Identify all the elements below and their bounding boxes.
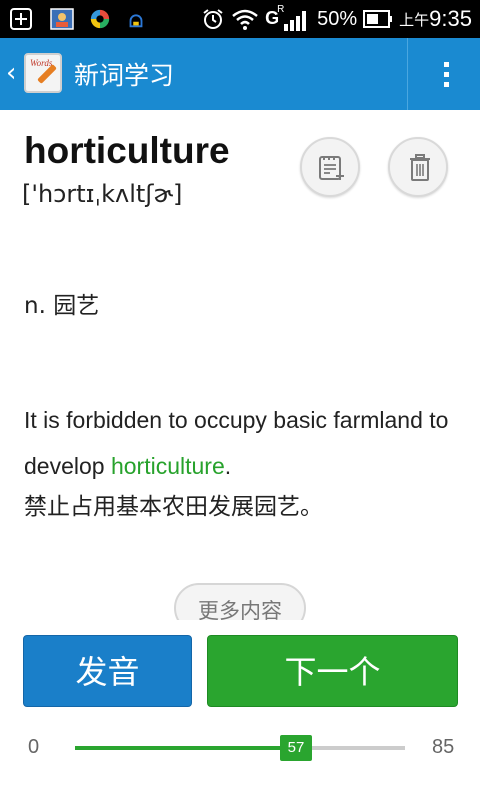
word-definition: n. 园艺 <box>24 293 100 319</box>
progress-fill <box>75 746 296 750</box>
progress-max-label: 85 <box>432 736 455 758</box>
status-bar: G R 50% 上午 9:35 <box>0 0 480 38</box>
app-logo-icon: Words <box>24 53 62 93</box>
alarm-icon <box>203 9 223 29</box>
progress-track <box>75 746 405 750</box>
sync-app-icon <box>90 9 110 29</box>
progress-thumb[interactable]: 57 <box>280 735 312 761</box>
network-indicator: G R <box>265 4 311 34</box>
up-navigation[interactable]: ‹ Words 新词学习 <box>0 38 180 110</box>
overflow-menu-icon[interactable] <box>426 38 466 110</box>
example-translation: 禁止占用基本农田发展园艺。 <box>24 494 323 520</box>
headword: horticulture <box>24 130 230 171</box>
add-note-icon <box>319 156 344 180</box>
phonetic-transcription: ['hɔrtɪˌkʌltʃɚ] <box>22 180 183 208</box>
clock: 9:35 <box>429 6 472 31</box>
status-bar-right: G R 50% 上午 9:35 <box>201 0 472 38</box>
example-sentence: It is forbidden to occupy basic farmland… <box>24 397 464 489</box>
progress-min-label: 0 <box>28 736 40 758</box>
action-bar: ‹ Words 新词学习 <box>0 38 480 110</box>
android-lock-icon <box>129 14 143 28</box>
next-button[interactable]: 下一个 <box>207 635 458 707</box>
battery-percent: 50% <box>317 7 358 30</box>
time-prefix: 上午 <box>399 11 430 29</box>
signal-icon <box>284 11 307 31</box>
plus-notification-icon <box>10 8 32 30</box>
menu-dot <box>443 71 449 77</box>
menu-dot <box>443 61 449 67</box>
pronounce-button[interactable]: 发音 <box>23 635 192 707</box>
example-text-before: It is forbidden to occupy basic farmland… <box>24 407 449 479</box>
contact-card-icon <box>50 8 74 30</box>
add-to-notebook-button[interactable] <box>300 137 360 197</box>
wifi-icon <box>232 9 258 30</box>
example-text-after: . <box>224 453 232 479</box>
chevron-left-icon: ‹ <box>6 58 17 88</box>
menu-dot <box>443 81 449 87</box>
trash-icon <box>410 154 430 181</box>
page-title: 新词学习 <box>74 61 175 90</box>
action-bar-divider <box>407 38 408 110</box>
battery-icon <box>363 10 393 28</box>
delete-word-button[interactable] <box>388 137 448 197</box>
example-highlight: horticulture <box>110 453 225 479</box>
